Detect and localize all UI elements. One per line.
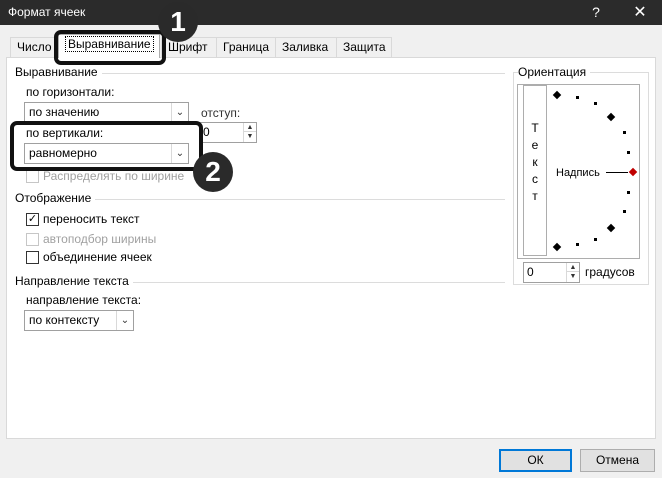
tab-label: Заливка xyxy=(282,40,329,54)
tab-label: Защита xyxy=(343,40,386,54)
wrap-text-label: переносить текст xyxy=(43,212,140,226)
chevron-down-icon: ⌄ xyxy=(171,103,188,122)
vertical-highlight-frame xyxy=(10,121,203,171)
merge-cells-checkbox[interactable] xyxy=(26,251,39,264)
degrees-spinner[interactable]: 0 ▲ ▼ xyxy=(523,262,580,283)
tab-fill[interactable]: Заливка xyxy=(275,37,337,57)
orientation-section-title: Ориентация xyxy=(518,65,591,79)
dial-dot-icon xyxy=(627,151,630,154)
direction-dropdown[interactable]: по контексту ⌄ xyxy=(24,310,134,331)
distribute-checkbox[interactable] xyxy=(26,170,39,183)
indent-spinner[interactable]: 0 ▲ ▼ xyxy=(199,122,257,143)
dial-dot-icon xyxy=(627,191,630,194)
window-title: Формат ячеек xyxy=(8,5,86,19)
tab-label: Шрифт xyxy=(168,40,208,54)
tab-number[interactable]: Число xyxy=(10,37,60,57)
tab-label: Число xyxy=(17,40,52,54)
tab-border[interactable]: Граница xyxy=(216,37,276,57)
step-marker-1: 1 xyxy=(158,2,198,42)
degrees-label: градусов xyxy=(585,265,635,279)
step-marker-2: 2 xyxy=(193,152,233,192)
direction-label: направление текста: xyxy=(26,293,142,307)
title-bar xyxy=(0,0,662,25)
horizontal-label: по горизонтали: xyxy=(26,85,115,99)
degrees-value: 0 xyxy=(527,265,534,279)
tab-label: Граница xyxy=(223,40,270,54)
dial-dot-icon xyxy=(576,243,579,246)
indent-value: 0 xyxy=(203,125,210,139)
horizontal-dropdown[interactable]: по значению ⌄ xyxy=(24,102,189,123)
help-button[interactable]: ? xyxy=(585,0,607,25)
cancel-button[interactable]: Отмена xyxy=(580,449,655,472)
dial-dot-icon xyxy=(623,210,626,213)
shrink-fit-checkbox[interactable] xyxy=(26,233,39,246)
display-section-title: Отображение xyxy=(15,191,96,205)
shrink-fit-label: автоподбор ширины xyxy=(43,232,157,246)
dial-dot-icon xyxy=(594,102,597,105)
horizontal-value: по значению xyxy=(29,105,100,119)
close-button[interactable]: ✕ xyxy=(625,0,655,25)
distribute-label: Распределять по ширине xyxy=(43,169,185,183)
dial-dot-icon xyxy=(623,131,626,134)
ok-button[interactable]: ОК xyxy=(499,449,572,472)
merge-cells-label: объединение ячеек xyxy=(43,250,152,264)
wrap-text-checkbox[interactable]: ✓ xyxy=(26,213,39,226)
orientation-sample-text: Надпись xyxy=(556,167,600,179)
tab-protection[interactable]: Защита xyxy=(336,37,392,57)
direction-value: по контексту xyxy=(29,313,100,327)
dial-dot-icon xyxy=(576,96,579,99)
direction-section-title: Направление текста xyxy=(15,274,133,288)
alignment-section-title: Выравнивание xyxy=(15,65,102,79)
vertical-text-label: Т е к с т xyxy=(531,121,539,203)
chevron-down-icon: ⌄ xyxy=(116,311,133,330)
checkmark-icon: ✓ xyxy=(27,213,38,225)
spinner-arrows-icon[interactable]: ▲ ▼ xyxy=(243,123,256,142)
indent-label: отступ: xyxy=(201,106,241,120)
dial-dot-icon xyxy=(594,238,597,241)
tab-highlight-frame xyxy=(54,30,166,65)
spinner-arrows-icon[interactable]: ▲ ▼ xyxy=(566,263,579,282)
orientation-line xyxy=(606,172,628,173)
